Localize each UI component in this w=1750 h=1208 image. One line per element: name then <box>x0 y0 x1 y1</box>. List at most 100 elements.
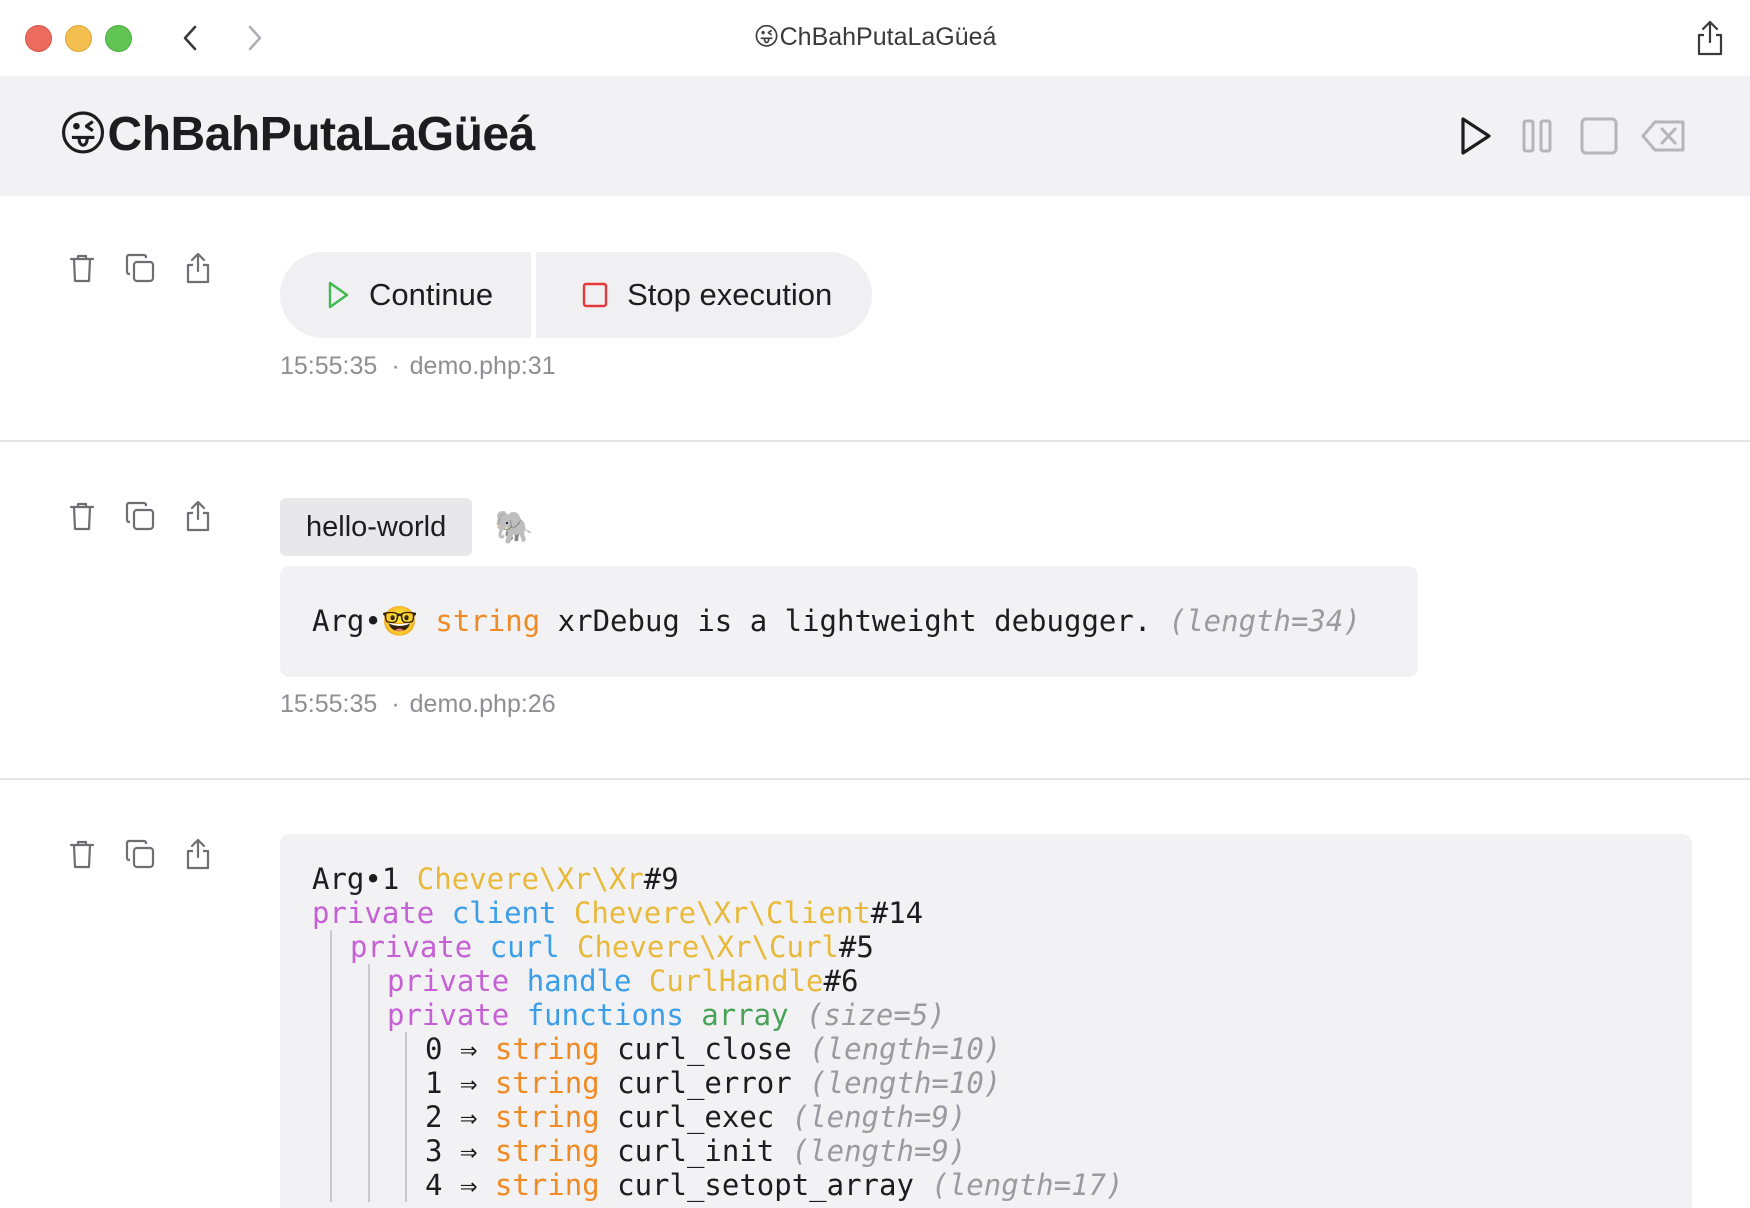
entry-meta: 15:55:35 · demo.php:31 <box>280 352 556 381</box>
length-meta: (length=10) <box>809 1066 1002 1100</box>
continue-button[interactable]: Continue <box>280 252 532 338</box>
array-value: curl_setopt_array <box>617 1168 914 1202</box>
type-label: string <box>494 1032 600 1066</box>
length-meta: (length=9) <box>791 1134 967 1168</box>
delete-entry-button[interactable] <box>62 834 102 874</box>
export-entry-button[interactable] <box>178 834 218 874</box>
play-icon <box>325 280 351 310</box>
dump-line-root: Arg•1 Chevere\Xr\Xr#9 <box>312 862 1123 896</box>
array-item: 0 ⇒ string curl_close (length=10) <box>425 1032 1123 1066</box>
arg-label: Arg•1 <box>312 862 400 896</box>
stop-icon <box>1580 117 1618 155</box>
array-key: 4 <box>425 1168 443 1202</box>
play-icon <box>1461 117 1491 155</box>
array-item: 3 ⇒ string curl_init (length=9) <box>425 1134 1123 1168</box>
copy-entry-button[interactable] <box>120 834 160 874</box>
dump-nested-curl: private handle CurlHandle#6 private func… <box>350 964 1123 1202</box>
nerd-emoji: 🤓 <box>381 604 418 638</box>
trash-icon <box>69 840 95 869</box>
share-button[interactable] <box>1692 18 1728 58</box>
length-meta: (length=9) <box>791 1100 967 1134</box>
array-item: 4 ⇒ string curl_setopt_array (length=17) <box>425 1168 1123 1202</box>
arrow-glyph: ⇒ <box>459 1134 478 1168</box>
arrow-glyph: ⇒ <box>459 1032 478 1066</box>
array-key: 1 <box>425 1066 443 1100</box>
length-meta: (length=10) <box>809 1032 1002 1066</box>
visibility-keyword: private <box>312 896 435 930</box>
type-label: string <box>435 604 541 638</box>
object-id: #9 <box>643 862 679 896</box>
entry-meta: 15:55:35 · demo.php:26 <box>280 690 556 719</box>
export-entry-button[interactable] <box>178 248 218 288</box>
entry-actions <box>62 496 218 536</box>
share-icon <box>186 838 210 870</box>
topic-tag[interactable]: hello-world <box>280 498 473 556</box>
dump-body: Arg•1 Chevere\Xr\Xr#9 private client Che… <box>312 862 1123 1202</box>
type-label: string <box>494 1168 600 1202</box>
stop-execution-button[interactable]: Stop execution <box>536 252 873 338</box>
pause-controls: Continue Stop execution <box>280 252 873 338</box>
elephant-emoji: 🐘 <box>494 509 534 545</box>
array-key: 3 <box>425 1134 443 1168</box>
object-id: #5 <box>838 930 874 964</box>
string-value: xrDebug is a lightweight debugger. <box>557 604 1152 638</box>
copy-icon <box>125 839 155 869</box>
indent-guide <box>368 964 370 1202</box>
array-item: 2 ⇒ string curl_exec (length=9) <box>425 1100 1123 1134</box>
continue-label: Continue <box>369 277 494 312</box>
type-label: string <box>494 1100 600 1134</box>
arrow-glyph: ⇒ <box>459 1168 478 1202</box>
dump-line-curl: private curl Chevere\Xr\Curl#5 <box>350 930 1123 964</box>
object-id: #6 <box>823 964 859 998</box>
share-icon <box>1697 20 1723 56</box>
stop-execution-label: Stop execution <box>627 277 833 312</box>
type-label: array <box>701 998 789 1032</box>
arrow-glyph: ⇒ <box>459 1100 478 1134</box>
type-label: string <box>494 1134 600 1168</box>
copy-icon <box>125 253 155 283</box>
window-title: 😜ChBahPutaLaGüeá <box>753 23 997 51</box>
copy-entry-button[interactable] <box>120 496 160 536</box>
array-key: 2 <box>425 1100 443 1134</box>
stop-button[interactable] <box>1577 114 1621 158</box>
entry-time: 15:55:35 <box>280 352 378 380</box>
entry-file-link[interactable]: demo.php:31 <box>410 352 556 380</box>
delete-entry-button[interactable] <box>62 496 102 536</box>
meta-separator: · <box>391 352 400 380</box>
object-dump: Arg•1 Chevere\Xr\Xr#9 private client Che… <box>280 834 1692 1208</box>
dump-line-handle: private handle CurlHandle#6 <box>387 964 1123 998</box>
pause-button[interactable] <box>1515 114 1559 158</box>
trash-icon <box>69 502 95 531</box>
delete-entry-button[interactable] <box>62 248 102 288</box>
app-header: 😜ChBahPutaLaGüeá <box>0 76 1750 196</box>
entry-file-link[interactable]: demo.php:26 <box>410 690 556 718</box>
entry-actions <box>62 248 218 288</box>
property-name: client <box>451 896 557 930</box>
dump-line-functions: private functions array (size=5) <box>387 998 1123 1032</box>
entry-time: 15:55:35 <box>280 690 378 718</box>
export-entry-button[interactable] <box>178 496 218 536</box>
trash-icon <box>69 254 95 283</box>
length-meta: (length=17) <box>931 1168 1124 1202</box>
length-meta: (length=34) <box>1168 604 1361 638</box>
property-name: curl <box>489 930 560 964</box>
array-item: 1 ⇒ string curl_error (length=10) <box>425 1066 1123 1100</box>
array-value: curl_exec <box>617 1100 775 1134</box>
class-name: Chevere\Xr\Curl <box>577 930 839 964</box>
visibility-keyword: private <box>350 930 473 964</box>
class-name: CurlHandle <box>648 964 824 998</box>
indent-guide <box>405 1032 407 1202</box>
stop-icon <box>581 281 609 309</box>
type-label: string <box>494 1066 600 1100</box>
copy-entry-button[interactable] <box>120 248 160 288</box>
resume-button[interactable] <box>1453 114 1497 158</box>
clear-button[interactable] <box>1639 114 1689 158</box>
class-name: Chevere\Xr\Client <box>573 896 871 930</box>
visibility-keyword: private <box>387 998 510 1032</box>
share-icon <box>186 500 210 532</box>
arrow-glyph: ⇒ <box>459 1066 478 1100</box>
visibility-keyword: private <box>387 964 510 998</box>
dump-nested-client: private curl Chevere\Xr\Curl#5 private h… <box>312 930 1123 1202</box>
array-key: 0 <box>425 1032 443 1066</box>
clear-icon <box>1641 120 1685 152</box>
